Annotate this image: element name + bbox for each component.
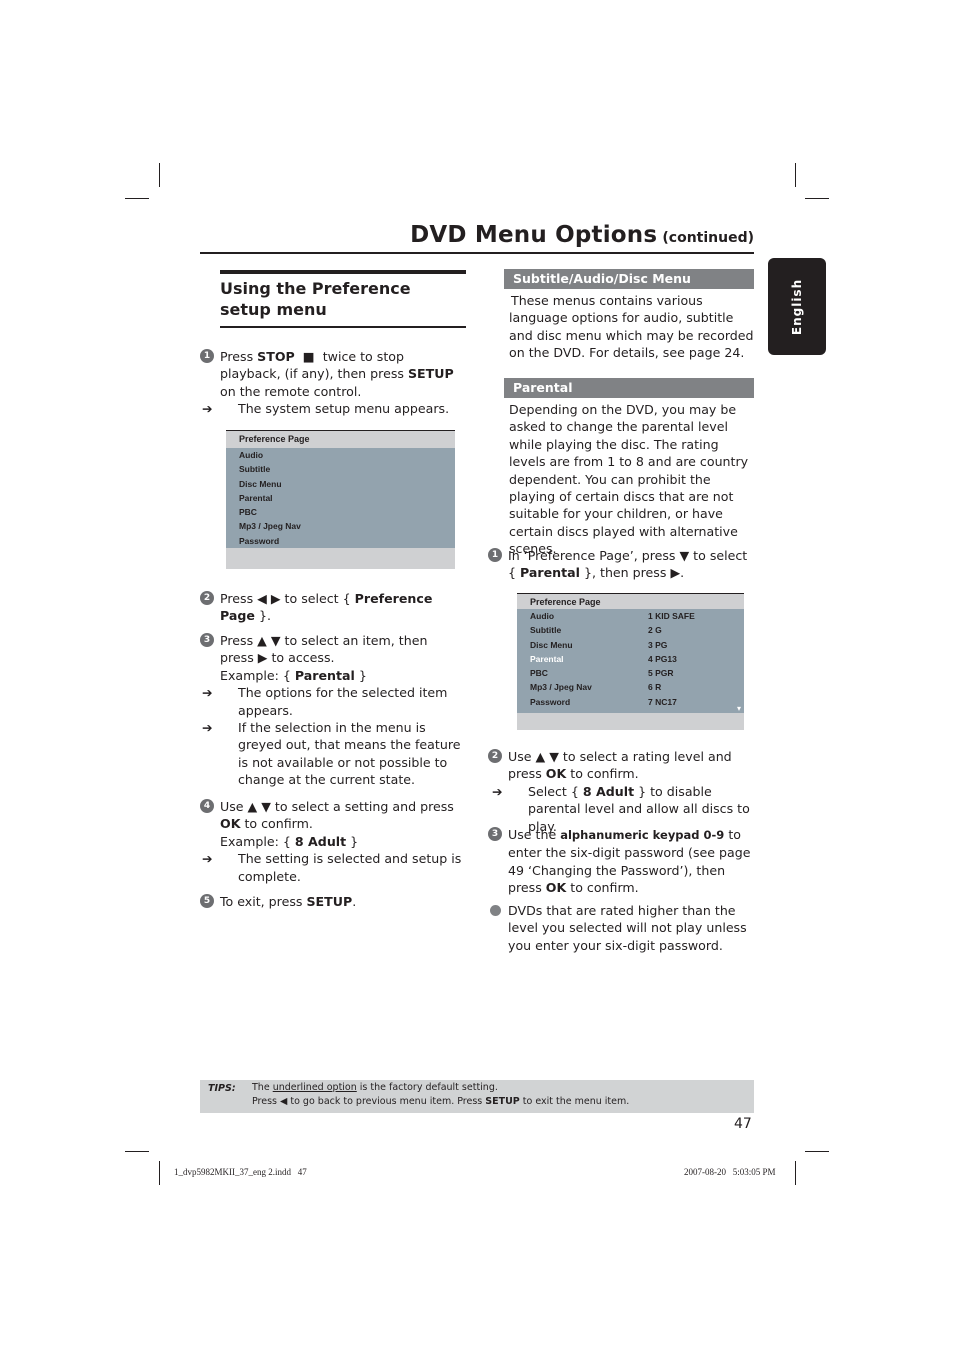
left-arrow-icon: ◀ — [257, 591, 267, 606]
tips-line-2: Press ◀ to go back to previous menu item… — [252, 1096, 630, 1107]
rating-value: 6 R — [648, 682, 662, 693]
menu-item: Mp3 / Jpeg Nav — [239, 521, 301, 532]
step-body: In ‘Preference Page’, press ▼ to select … — [508, 548, 748, 581]
crop-mark — [159, 163, 160, 187]
step-number-badge: 1 — [200, 349, 214, 363]
page-title-continued: (continued) — [662, 230, 754, 246]
rating-value: 4 PG13 — [648, 653, 677, 664]
menu-item: Parental — [239, 492, 273, 503]
menu-item: Audio 1 KID SAFE — [517, 609, 744, 623]
step-number-badge: 2 — [200, 591, 214, 605]
footer-file: 1_dvp5982MKII_37_eng 2.indd 47 — [174, 1167, 307, 1177]
menu-header: Preference Page — [239, 434, 310, 444]
step-result: ➔ If the selection in the menu is greyed … — [202, 720, 461, 788]
crop-mark — [125, 198, 149, 199]
menu-item: PBC — [239, 507, 257, 518]
step-number-badge: 4 — [200, 799, 214, 813]
stop-icon: ■ — [302, 349, 315, 364]
menu-body: Audio 1 KID SAFE Subtitle 2 G Disc Menu 3 P… — [517, 609, 744, 714]
language-tab: English — [768, 258, 826, 355]
menu-body: Audio Subtitle Disc Menu Parental PBC Mp… — [226, 448, 455, 549]
crop-mark — [795, 163, 796, 187]
section-bar-parental: Parental — [504, 378, 754, 398]
arrow-icon: ➔ — [202, 720, 213, 736]
arrow-icon: ➔ — [202, 685, 213, 701]
step-body: Use the alphanumeric keypad 0-9 to enter… — [508, 827, 751, 896]
bullet-icon — [490, 905, 501, 916]
scroll-down-icon: ▾ — [736, 704, 741, 714]
crop-mark — [159, 1161, 160, 1185]
rating-value: 1 KID SAFE — [648, 611, 695, 621]
menu-item: Disc Menu — [239, 478, 282, 489]
step-example: Example: { Parental } — [220, 667, 367, 683]
crop-mark — [125, 1151, 149, 1152]
rating-value: 5 PGR — [648, 668, 674, 679]
step-body: Use ▲ ▼ to select a rating level and pre… — [492, 748, 758, 835]
step-result: ➔ The options for the selected item appea… — [202, 685, 448, 718]
step-example: Example: { 8 Adult } — [220, 833, 359, 849]
parental-section-text: Depending on the DVD, you may be asked t… — [509, 402, 749, 557]
crop-mark — [795, 1161, 796, 1185]
menu-item: Disc Menu 3 PG — [517, 638, 744, 652]
page-title-main: DVD Menu Options — [410, 222, 658, 248]
tips-line-1: The underlined option is the factory def… — [252, 1082, 498, 1093]
crop-mark — [805, 198, 829, 199]
language-tab-label: English — [790, 278, 804, 335]
note-text: DVDs that are rated higher than the leve… — [508, 903, 747, 953]
menu-item: Subtitle 2 G — [517, 623, 744, 637]
section-bar-subtitle-audio-disc: Subtitle/Audio/Disc Menu — [504, 269, 754, 289]
footer-timestamp: 2007-08-20 5:03:05 PM — [684, 1167, 776, 1177]
step-number-badge: 1 — [488, 548, 502, 562]
step-body: Press STOP ■ twice to stop playback, (if… — [202, 348, 465, 418]
up-arrow-icon: ▲ — [535, 749, 546, 764]
right-arrow-icon: ▶ — [270, 591, 281, 606]
arrow-icon: ➔ — [202, 401, 213, 417]
step-body: Press ▲ ▼ to select an item, then press … — [202, 632, 465, 789]
step-number-badge: 5 — [200, 894, 214, 908]
preference-menu-screen: Preference Page Audio Subtitle Disc Menu… — [226, 430, 455, 569]
step-body: Use ▲ ▼ to select a setting and press OK… — [202, 798, 465, 885]
right-arrow-icon: ▶ — [670, 565, 681, 581]
rating-value: 3 PG — [648, 639, 668, 650]
step-result: ➔ The setting is selected and setup is co… — [202, 851, 462, 884]
rating-value: 7 NC17 — [648, 696, 677, 707]
menu-item: Password — [239, 535, 280, 546]
menu-item: Password 7 NC17 — [517, 695, 744, 709]
menu-item-selected: Parental 4 PG13 — [517, 652, 744, 666]
step-number-badge: 3 — [488, 827, 502, 841]
step-number-badge: 3 — [200, 633, 214, 647]
subtitle-section-text: These menus contains various language op… — [509, 293, 754, 361]
rating-value: 2 G — [648, 625, 662, 636]
menu-header: Preference Page — [530, 597, 601, 607]
up-arrow-icon: ▲ — [257, 633, 267, 648]
menu-item: Mp3 / Jpeg Nav 6 R — [517, 680, 744, 694]
page-title: DVD Menu Options (continued) — [200, 222, 754, 254]
step-body: To exit, press SETUP. — [220, 894, 357, 909]
down-arrow-icon: ▼ — [270, 633, 281, 648]
section-heading: Using the Preference setup menu — [220, 270, 466, 328]
down-arrow-icon: ▼ — [261, 799, 271, 814]
tips-label: TIPS: — [208, 1083, 236, 1094]
section-title: Using the Preference setup menu — [220, 279, 411, 319]
arrow-icon: ➔ — [202, 851, 213, 867]
tips-box: TIPS: The underlined option is the facto… — [200, 1080, 754, 1113]
arrow-icon: ➔ — [492, 783, 503, 799]
up-arrow-icon: ▲ — [247, 799, 258, 814]
down-arrow-icon: ▼ — [549, 749, 559, 764]
page-number: 47 — [734, 1116, 752, 1132]
crop-mark — [805, 1151, 829, 1152]
step-body: Press ◀ ▶ to select { Preference Page }. — [220, 591, 433, 624]
step-result: ➔ The system setup menu appears. — [202, 401, 450, 417]
step-number-badge: 2 — [488, 749, 502, 763]
down-arrow-icon: ▼ — [679, 548, 690, 563]
menu-item: Subtitle — [239, 464, 271, 475]
parental-menu-screen: Preference Page Audio 1 KID SAFE Subtitle… — [517, 593, 744, 730]
menu-item: PBC 5 PGR — [517, 666, 744, 680]
menu-item: Audio — [239, 450, 264, 460]
